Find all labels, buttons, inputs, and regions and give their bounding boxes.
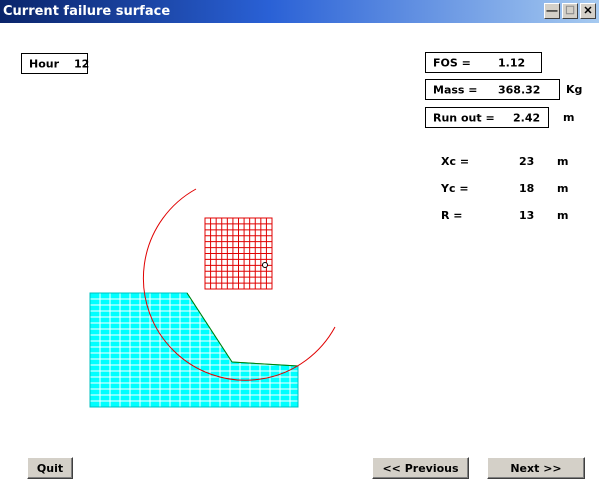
next-button[interactable]: Next >>: [487, 457, 585, 479]
previous-button[interactable]: << Previous: [372, 457, 469, 479]
quit-button[interactable]: Quit: [27, 457, 73, 479]
critical-center-marker: [262, 262, 268, 268]
slope-mesh: [90, 293, 298, 407]
center-search-grid: [204, 217, 273, 290]
failure-surface-plot: [89, 188, 336, 408]
slope-fill: [90, 293, 298, 407]
